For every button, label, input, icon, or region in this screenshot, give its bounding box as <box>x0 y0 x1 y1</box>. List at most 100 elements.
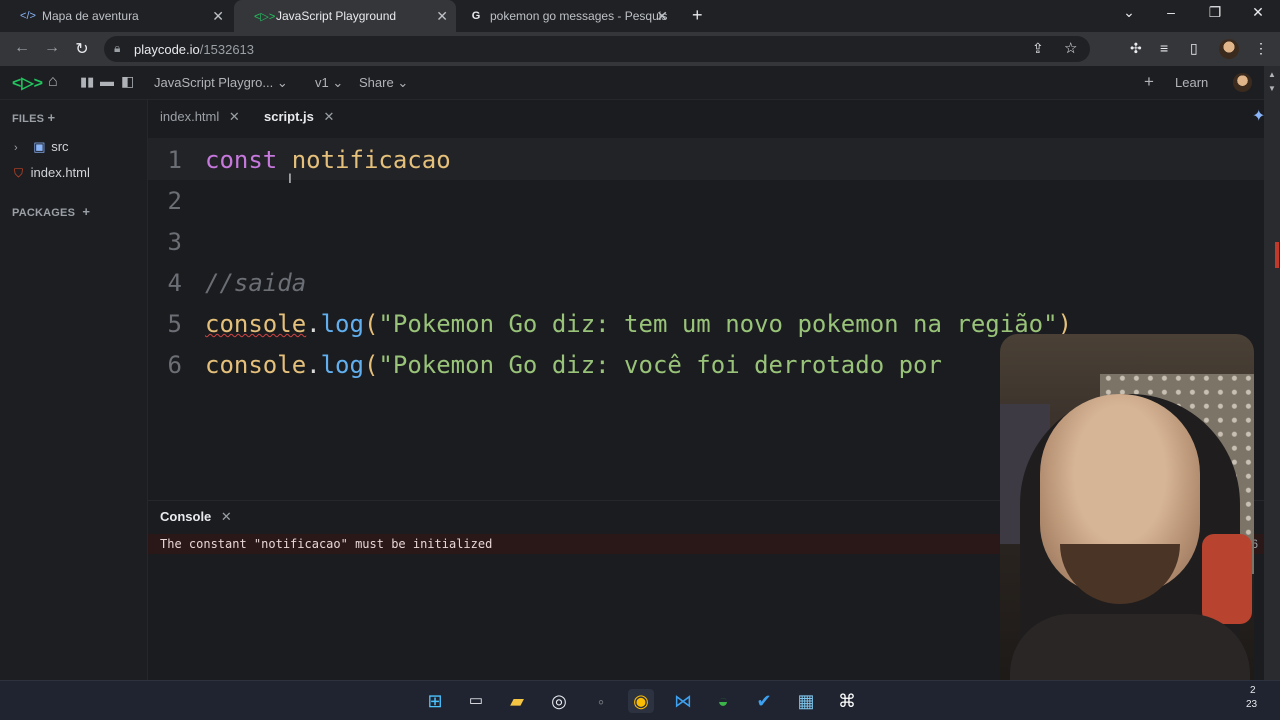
line-number: 6 <box>167 351 182 379</box>
files-header-label: FILES <box>12 113 45 125</box>
minimize-button[interactable]: – <box>1156 4 1186 20</box>
scroll-down-icon[interactable]: ▼ <box>1268 84 1276 93</box>
vscode-icon[interactable]: ⋈ <box>670 689 696 713</box>
share-dropdown[interactable]: Share ⌄ <box>359 75 408 91</box>
toggle-console-icon[interactable]: ▬ <box>100 73 114 89</box>
tab-title: JavaScript Playground <box>276 9 397 23</box>
chevron-down-icon: ⌄ <box>397 75 409 90</box>
add-icon[interactable]: + <box>1144 72 1154 92</box>
lock-icon[interactable]: 🔒︎ <box>114 41 120 56</box>
url-path: /1532613 <box>199 42 255 57</box>
sidebar-item-label: index.html <box>30 165 90 180</box>
toggle-preview-icon[interactable]: ◧ <box>121 73 134 90</box>
dot-token: . <box>306 310 321 338</box>
editor-tab-label: index.html <box>160 109 220 124</box>
restore-button[interactable]: ❐ <box>1200 4 1230 21</box>
obs-icon[interactable]: ◎ <box>546 689 572 713</box>
tab-title: pokemon go messages - Pesquis <box>490 9 668 23</box>
object-token: console <box>205 351 307 379</box>
close-tab-icon[interactable]: ✕ <box>323 109 334 124</box>
windows-start-icon[interactable]: ⊞ <box>422 689 448 713</box>
line-number: 1 <box>167 146 182 174</box>
webcam-overlay <box>1000 334 1254 720</box>
media-control-icon[interactable]: ≡ <box>1160 40 1168 56</box>
version-dropdown[interactable]: v1 ⌄ <box>315 75 343 91</box>
code-line[interactable]: console.log("Pokemon Go diz: tem um novo… <box>205 310 1072 338</box>
project-name-dropdown[interactable]: JavaScript Playgro... ⌄ <box>154 75 288 91</box>
browser-app-icon[interactable]: ◒ <box>710 689 736 713</box>
close-tab-icon[interactable]: ✕ <box>436 8 448 25</box>
line-number: 3 <box>167 228 182 256</box>
tab-title: Mapa de aventura <box>42 9 139 23</box>
editor-tab-index-html[interactable]: index.html ✕ <box>160 109 240 125</box>
html5-icon: ⛉ <box>14 166 24 180</box>
tab-search-icon[interactable]: ⌄ <box>1114 4 1144 21</box>
forward-icon[interactable]: → <box>42 39 62 57</box>
capcut-icon[interactable]: ⌘ <box>834 689 860 713</box>
file-explorer-icon[interactable]: ▰ <box>504 689 530 713</box>
comment-line[interactable]: //saida <box>205 269 306 297</box>
chevron-down-icon: ⌄ <box>276 75 288 90</box>
clock-line-2[interactable]: 23 <box>1246 699 1257 710</box>
share-page-icon[interactable]: ⇪ <box>1032 40 1044 57</box>
code-icon: </> <box>20 10 36 22</box>
line-number: 5 <box>167 310 182 338</box>
side-panel-icon[interactable]: ▯ <box>1190 40 1198 57</box>
close-console-icon[interactable]: ✕ <box>221 509 232 524</box>
app-header: <▷> ⌂ ▮▮ ▬ ◧ JavaScript Playgro... ⌄ v1 … <box>0 66 1264 100</box>
photos-icon[interactable]: ▦ <box>793 689 819 713</box>
browser-tab-playground[interactable]: <▷> JavaScript Playground ✕ <box>234 0 456 32</box>
extensions-icon[interactable]: ✣ <box>1130 40 1142 57</box>
add-file-icon[interactable]: + <box>47 110 55 125</box>
close-tab-icon[interactable]: ✕ <box>212 8 224 25</box>
profile-avatar[interactable] <box>1219 39 1239 59</box>
app-scrollbar[interactable]: ▲ ▼ <box>1264 66 1280 680</box>
bookmark-star-icon[interactable]: ☆ <box>1064 39 1077 57</box>
method-token: log <box>320 351 364 379</box>
file-sidebar: FILES + › ▣ src ⛉ index.html PACKAGES + <box>0 100 148 680</box>
sidebar-item-src[interactable]: › ▣ src <box>14 139 69 155</box>
close-tab-icon[interactable]: ✕ <box>229 109 240 124</box>
console-title: Console <box>160 509 212 524</box>
packages-header-label: PACKAGES <box>12 207 76 219</box>
chevron-down-icon: ⌄ <box>332 75 344 90</box>
reload-icon[interactable]: ↻ <box>72 39 92 59</box>
add-package-icon[interactable]: + <box>82 204 90 219</box>
close-window-button[interactable]: ✕ <box>1243 4 1273 21</box>
todo-icon[interactable]: ✔ <box>751 689 777 713</box>
home-icon[interactable]: ⌂ <box>48 73 58 91</box>
project-name: JavaScript Playgro... <box>154 75 274 90</box>
console-tab[interactable]: Console ✕ <box>160 509 232 525</box>
packages-header: PACKAGES + <box>12 204 90 219</box>
learn-link[interactable]: Learn <box>1175 75 1208 90</box>
folder-icon: ▣ <box>33 139 46 154</box>
editor-tab-script-js[interactable]: script.js ✕ <box>264 109 334 125</box>
address-bar[interactable]: 🔒︎ playcode.io/1532613 ⇪ ☆ <box>104 36 1090 62</box>
back-icon[interactable]: ← <box>12 39 32 57</box>
url-text: playcode.io/1532613 <box>134 42 254 57</box>
terminal-icon[interactable]: ▭ <box>463 689 489 713</box>
url-host: playcode.io <box>134 42 200 57</box>
app-icon[interactable]: ∘ <box>588 689 614 713</box>
version-label: v1 <box>315 75 329 90</box>
string-token: "Pokemon Go diz: tem um novo pokemon na … <box>378 310 1058 338</box>
chrome-menu-icon[interactable]: ⋮ <box>1254 40 1268 57</box>
code-line[interactable]: const notificacao <box>205 146 451 174</box>
method-token: log <box>320 310 364 338</box>
code-line[interactable]: console.log("Pokemon Go diz: você foi de… <box>205 351 942 379</box>
chrome-icon[interactable]: ◉ <box>628 689 654 713</box>
new-tab-button[interactable]: + <box>692 5 703 26</box>
close-tab-icon[interactable]: ✕ <box>656 8 668 25</box>
user-avatar[interactable] <box>1233 73 1252 92</box>
playcode-logo-icon[interactable]: <▷> <box>12 73 43 93</box>
scroll-up-icon[interactable]: ▲ <box>1268 70 1276 79</box>
browser-tab-google[interactable]: G pokemon go messages - Pesquis ✕ <box>458 0 680 32</box>
clock-line-1[interactable]: 2 <box>1250 685 1256 696</box>
dot-token: . <box>306 351 321 379</box>
toggle-sidebar-icon[interactable]: ▮▮ <box>80 74 94 90</box>
scroll-marker <box>1275 242 1279 268</box>
browser-tab-mapa[interactable]: </> Mapa de aventura ✕ <box>0 0 232 32</box>
sidebar-item-index-html[interactable]: ⛉ index.html <box>14 165 90 181</box>
paren-token: ( <box>363 310 379 338</box>
google-icon: G <box>471 10 481 22</box>
